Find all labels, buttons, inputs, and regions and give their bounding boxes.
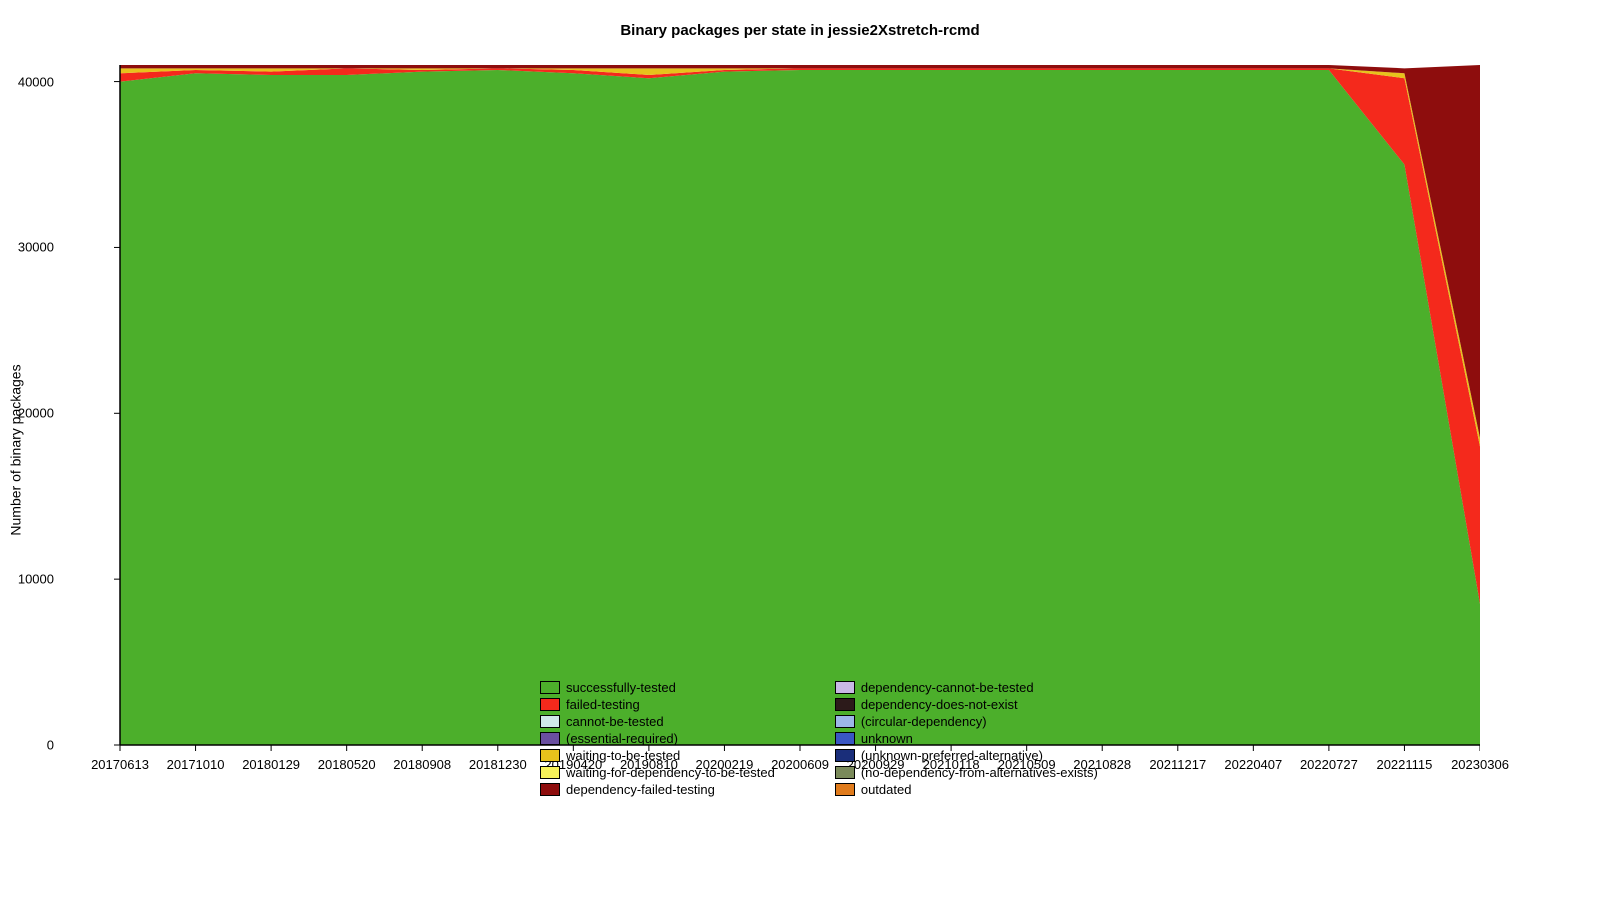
- legend-item: (circular-dependency): [835, 714, 1098, 729]
- legend-swatch: [835, 766, 855, 779]
- legend-label: (unknown-preferred-alternative): [861, 748, 1043, 763]
- legend-label: outdated: [861, 782, 912, 797]
- y-tick-label: 40000: [4, 74, 54, 89]
- legend-swatch: [540, 681, 560, 694]
- legend-swatch: [835, 715, 855, 728]
- legend-item: cannot-be-tested: [540, 714, 775, 729]
- legend-item: outdated: [835, 782, 1098, 797]
- x-tick-label: 20180129: [242, 757, 300, 772]
- legend-swatch: [835, 783, 855, 796]
- legend-item: waiting-for-dependency-to-be-tested: [540, 765, 775, 780]
- x-tick-label: 20220727: [1300, 757, 1358, 772]
- legend-label: successfully-tested: [566, 680, 676, 695]
- x-tick-label: 20180520: [318, 757, 376, 772]
- legend-swatch: [540, 715, 560, 728]
- x-tick-label: 20230306: [1451, 757, 1509, 772]
- legend-swatch: [835, 732, 855, 745]
- y-axis-label: Number of binary packages: [6, 0, 26, 900]
- legend-column: successfully-tested failed-testing cannot-…: [540, 680, 775, 797]
- x-tick-label: 20211217: [1149, 757, 1206, 772]
- x-tick-label: 20180908: [393, 757, 451, 772]
- legend-swatch: [540, 749, 560, 762]
- legend-label: waiting-to-be-tested: [566, 748, 680, 763]
- legend-label: (circular-dependency): [861, 714, 987, 729]
- legend-item: unknown: [835, 731, 1098, 746]
- legend-label: failed-testing: [566, 697, 640, 712]
- legend-label: dependency-cannot-be-tested: [861, 680, 1034, 695]
- legend-label: (no-dependency-from-alternatives-exists): [861, 765, 1098, 780]
- y-tick-label: 30000: [4, 240, 54, 255]
- chart-title: Binary packages per state in jessie2Xstr…: [0, 22, 1600, 39]
- y-tick-label: 10000: [4, 572, 54, 587]
- legend-item: (no-dependency-from-alternatives-exists): [835, 765, 1098, 780]
- legend-swatch: [835, 681, 855, 694]
- legend-swatch: [835, 749, 855, 762]
- x-tick-label: 20170613: [91, 757, 149, 772]
- legend-item: (unknown-preferred-alternative): [835, 748, 1098, 763]
- y-tick-label: 0: [4, 738, 54, 753]
- legend-item: waiting-to-be-tested: [540, 748, 775, 763]
- legend-swatch: [540, 698, 560, 711]
- legend-label: waiting-for-dependency-to-be-tested: [566, 765, 775, 780]
- legend-swatch: [835, 698, 855, 711]
- legend-label: dependency-failed-testing: [566, 782, 715, 797]
- legend-item: dependency-does-not-exist: [835, 697, 1098, 712]
- legend-label: cannot-be-tested: [566, 714, 664, 729]
- legend-label: dependency-does-not-exist: [861, 697, 1018, 712]
- legend-item: (essential-required): [540, 731, 775, 746]
- legend-swatch: [540, 732, 560, 745]
- legend-item: successfully-tested: [540, 680, 775, 695]
- x-tick-label: 20220407: [1224, 757, 1282, 772]
- legend-item: failed-testing: [540, 697, 775, 712]
- x-tick-label: 20171010: [167, 757, 225, 772]
- legend-label: unknown: [861, 731, 913, 746]
- legend-label: (essential-required): [566, 731, 678, 746]
- legend-item: dependency-failed-testing: [540, 782, 775, 797]
- legend-swatch: [540, 766, 560, 779]
- x-tick-label: 20221115: [1376, 757, 1432, 772]
- legend-item: dependency-cannot-be-tested: [835, 680, 1098, 695]
- legend-swatch: [540, 783, 560, 796]
- legend: successfully-tested failed-testing cannot-…: [540, 680, 1098, 797]
- legend-column: dependency-cannot-be-tested dependency-do…: [835, 680, 1098, 797]
- x-tick-label: 20181230: [469, 757, 527, 772]
- y-tick-label: 20000: [4, 406, 54, 421]
